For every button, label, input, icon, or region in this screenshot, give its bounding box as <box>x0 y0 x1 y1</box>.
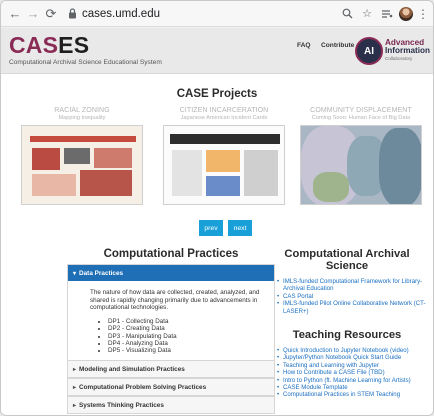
partner-logo-text[interactable]: Advanced Information Collaboratory <box>385 39 430 63</box>
list-item: DP1 - Collecting Data <box>108 318 264 325</box>
caret-down-icon: ▾ <box>73 270 77 277</box>
card-subtitle: Japanese American Incident Cards <box>180 115 268 121</box>
forward-arrow-icon[interactable]: → <box>25 6 41 22</box>
project-thumbnail[interactable] <box>300 125 422 205</box>
project-thumbnail[interactable] <box>21 125 143 205</box>
prev-button[interactable]: prev <box>199 220 223 236</box>
accordion-header[interactable]: ▸ Systems Thinking Practices <box>68 397 274 413</box>
site-logo[interactable]: CASES <box>9 32 89 59</box>
teaching-links: Quick Introduction to Jupyter Notebook (… <box>267 347 427 399</box>
list-item: DP3 - Manipulating Data <box>108 333 264 340</box>
link-item[interactable]: Intro to Python (ft. Machine Learning fo… <box>277 377 427 385</box>
practices-title: Computational Practices <box>103 248 239 260</box>
partner-logo-icon[interactable]: AI <box>355 37 383 65</box>
card-title: CITIZEN INCARCERATION <box>179 107 269 114</box>
address-bar[interactable]: cases.umd.edu <box>82 8 160 20</box>
link-item[interactable]: Quick Introduction to Jupyter Notebook (… <box>277 347 427 355</box>
link-item[interactable]: IMLS-funded Pilot Online Collaborative N… <box>277 300 427 315</box>
browser-toolbar: ← → ⟳ cases.umd.edu ☆ ⋮ <box>1 1 433 27</box>
link-item[interactable]: Computational Practices in STEM Teaching <box>277 391 427 399</box>
science-title: Computational Archival Science <box>284 248 410 272</box>
webpage: CASES Computational Archival Science Edu… <box>1 28 433 415</box>
project-card-community-displacement[interactable]: COMMUNITY DISPLACEMENT Coming Soon: Huma… <box>300 107 422 205</box>
practices-list: DP1 - Collecting Data DP2 - Creating Dat… <box>108 318 264 355</box>
link-item[interactable]: Jupyter/Python Notebook Quick Start Guid… <box>277 354 427 362</box>
projects-title: CASE Projects <box>176 88 258 100</box>
accordion-header[interactable]: ▸ Computational Problem Solving Practices <box>68 379 274 395</box>
list-item: DP2 - Creating Data <box>108 325 264 332</box>
nav-faq[interactable]: FAQ <box>297 42 311 49</box>
toolbar-actions: ☆ ⋮ <box>339 6 429 22</box>
right-column: Computational Archival Science IMLS-fund… <box>267 248 427 399</box>
reload-icon[interactable]: ⟳ <box>43 6 59 22</box>
list-item: DP4 - Analyzing Data <box>108 340 264 347</box>
browser-window: ← → ⟳ cases.umd.edu ☆ ⋮ CASES Computatio… <box>0 0 434 416</box>
link-item[interactable]: CASE Module Template <box>277 384 427 392</box>
practices-description: The nature of how data are collected, cr… <box>90 289 260 312</box>
accordion-header[interactable]: ▸ Modeling and Simulation Practices <box>68 361 274 377</box>
teaching-title: Teaching Resources <box>292 329 402 342</box>
caret-right-icon: ▸ <box>73 384 77 391</box>
back-arrow-icon[interactable]: ← <box>7 6 23 22</box>
card-subtitle: Mapping Inequality <box>58 115 106 121</box>
site-tagline: Computational Archival Science Education… <box>9 59 162 66</box>
project-card-racial-zoning[interactable]: RACIAL ZONING Mapping Inequality <box>21 107 143 205</box>
accordion-header-open[interactable]: ▾ Data Practices <box>68 265 274 281</box>
link-item[interactable]: How to Contribute a CASE File (TBD) <box>277 369 427 377</box>
accordion-modeling[interactable]: ▸ Modeling and Simulation Practices <box>67 360 275 378</box>
accordion-systems-thinking[interactable]: ▸ Systems Thinking Practices <box>67 396 275 414</box>
profile-avatar[interactable] <box>399 6 413 21</box>
accordion-data-practices: ▾ Data Practices The nature of how data a… <box>67 264 275 374</box>
card-title: RACIAL ZONING <box>54 107 110 114</box>
card-subtitle: Coming Soon: Human Face of Big Data <box>311 115 411 121</box>
project-card-citizen-incarceration[interactable]: CITIZEN INCARCERATION Japanese American … <box>163 107 285 205</box>
link-item[interactable]: IMLS-funded Computational Framework for … <box>277 278 427 293</box>
nav-contribute[interactable]: Contribute <box>321 42 354 49</box>
card-title: COMMUNITY DISPLACEMENT <box>310 107 412 114</box>
next-button[interactable]: next <box>228 220 252 236</box>
more-icon[interactable]: ⋮ <box>417 7 429 21</box>
zoom-icon[interactable] <box>339 6 355 22</box>
reading-list-icon[interactable] <box>379 6 395 22</box>
site-header: CASES Computational Archival Science Edu… <box>1 28 433 74</box>
list-item: DP5 - Visualizing Data <box>108 347 264 354</box>
lock-icon <box>67 8 77 20</box>
project-thumbnail[interactable] <box>163 125 285 205</box>
caret-right-icon: ▸ <box>73 402 77 409</box>
link-item[interactable]: CAS Portal <box>277 293 427 301</box>
science-links: IMLS-funded Computational Framework for … <box>267 278 427 315</box>
accordion-problem-solving[interactable]: ▸ Computational Problem Solving Practices <box>67 378 275 396</box>
caret-right-icon: ▸ <box>73 366 77 373</box>
link-item[interactable]: Teaching and Learning with Jupyter <box>277 362 427 370</box>
star-icon[interactable]: ☆ <box>359 6 375 22</box>
